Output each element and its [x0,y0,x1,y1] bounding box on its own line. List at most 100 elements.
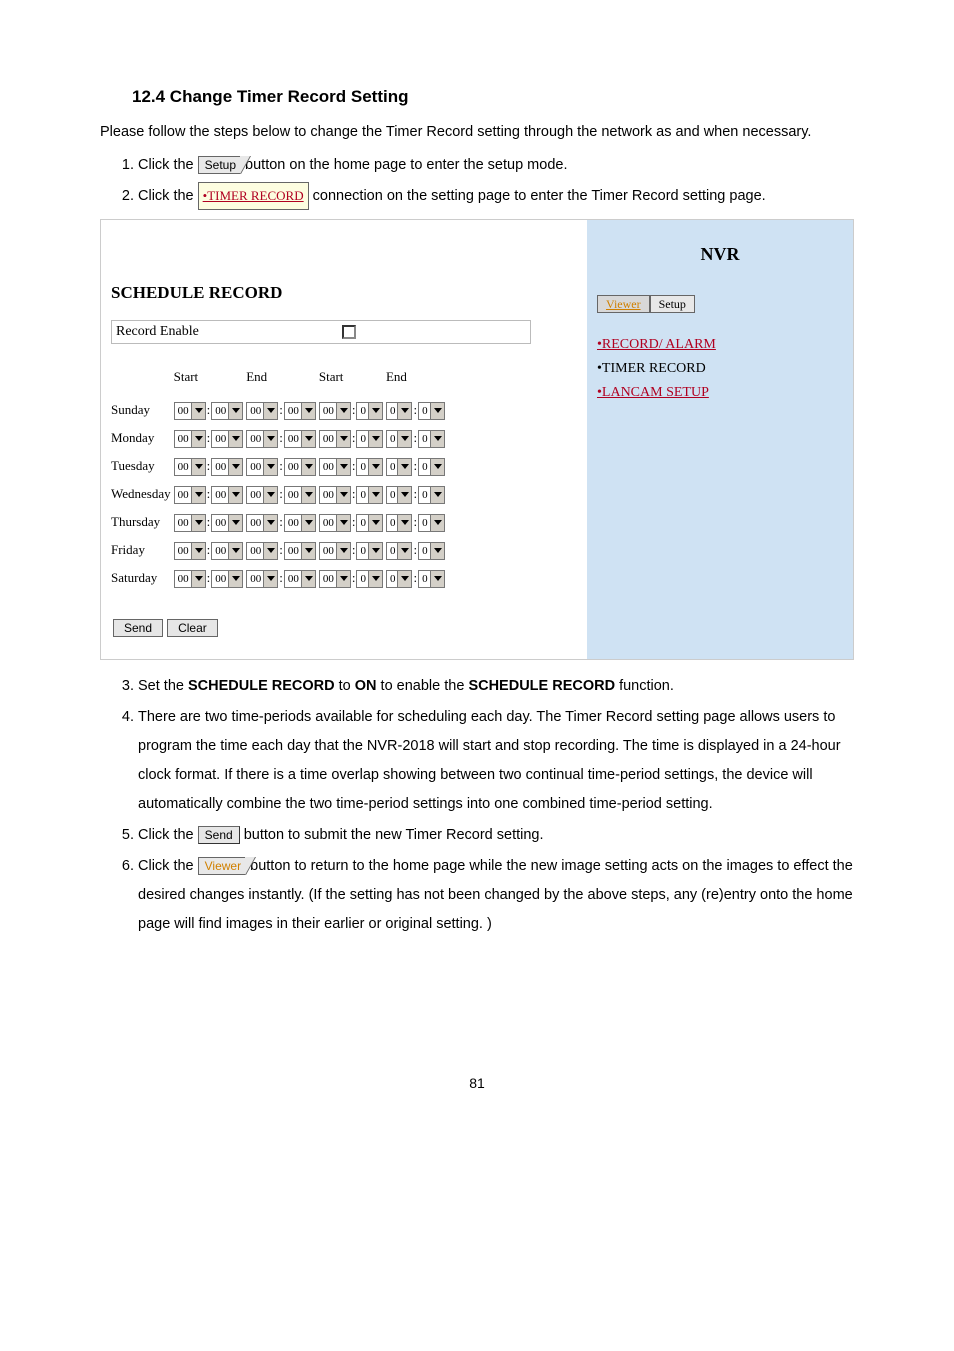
chevron-down-icon [301,487,315,503]
step-3: Set the SCHEDULE RECORD to ON to enable … [138,672,854,701]
time-select[interactable]: 0 [386,402,413,420]
time-select[interactable]: 00 [246,430,278,448]
link-lancam-setup[interactable]: •LANCAM SETUP [597,381,843,405]
time-select[interactable]: 00 [211,486,243,504]
time-select[interactable]: 00 [319,402,351,420]
time-select[interactable]: 00 [246,542,278,560]
time-select[interactable]: 0 [356,402,383,420]
time-select[interactable]: 00 [211,514,243,532]
time-select[interactable]: 00 [246,514,278,532]
chevron-down-icon [368,431,382,447]
day-label: Tuesday [111,452,174,480]
time-select[interactable]: 0 [386,542,413,560]
time-select[interactable]: 00 [319,458,351,476]
time-select[interactable]: 0 [418,486,445,504]
chevron-down-icon [397,571,411,587]
time-select[interactable]: 00 [246,402,278,420]
time-select[interactable]: 00 [284,458,316,476]
chevron-down-icon [430,543,444,559]
time-select[interactable]: 00 [284,514,316,532]
time-select[interactable]: 0 [356,514,383,532]
time-select[interactable]: 00 [284,430,316,448]
time-select[interactable]: 00 [284,486,316,504]
time-select[interactable]: 00 [246,486,278,504]
time-select[interactable]: 00 [319,486,351,504]
time-select[interactable]: 0 [386,458,413,476]
step5-a: Click the [138,827,198,843]
time-select[interactable]: 00 [319,430,351,448]
time-select[interactable]: 0 [418,402,445,420]
time-select[interactable]: 0 [356,486,383,504]
schedule-record-title: SCHEDULE RECORD [111,276,581,310]
tab-setup[interactable]: Setup [650,295,695,313]
time-select[interactable]: 0 [386,570,413,588]
time-select[interactable]: 00 [174,430,206,448]
chevron-down-icon [228,403,242,419]
col-start-2: Start [319,364,386,396]
time-select[interactable]: 00 [174,514,206,532]
time-select[interactable]: 0 [386,514,413,532]
time-select[interactable]: 0 [418,458,445,476]
chevron-down-icon [397,459,411,475]
chevron-down-icon [191,403,205,419]
table-row: Monday00:0000:0000:00:0 [111,424,448,452]
clear-button[interactable]: Clear [167,619,218,637]
time-select[interactable]: 0 [418,542,445,560]
chevron-down-icon [263,515,277,531]
time-select[interactable]: 0 [356,458,383,476]
time-select[interactable]: 00 [284,570,316,588]
chevron-down-icon [191,571,205,587]
step3-c: to [335,678,355,694]
step3-d: ON [355,678,377,694]
time-select[interactable]: 00 [211,542,243,560]
time-select[interactable]: 0 [386,486,413,504]
time-select[interactable]: 0 [386,430,413,448]
time-select[interactable]: 0 [418,514,445,532]
chevron-down-icon [430,403,444,419]
time-select[interactable]: 00 [319,514,351,532]
time-select[interactable]: 00 [211,570,243,588]
time-select[interactable]: 00 [211,458,243,476]
time-select[interactable]: 00 [284,542,316,560]
time-select[interactable]: 0 [356,430,383,448]
step-5: Click the Send button to submit the new … [138,821,854,850]
tab-strip: ViewerSetup [597,290,843,319]
record-enable-checkbox[interactable] [342,325,356,339]
tab-viewer[interactable]: Viewer [597,295,650,313]
intro-paragraph: Please follow the steps below to change … [100,118,854,147]
chevron-down-icon [191,515,205,531]
schedule-table: Start End Start End Sunday00:0000:0000:0… [111,364,448,592]
time-select[interactable]: 0 [418,430,445,448]
time-select[interactable]: 00 [246,458,278,476]
chevron-down-icon [228,515,242,531]
step-4: There are two time-periods available for… [138,703,854,819]
chevron-down-icon [191,431,205,447]
chevron-down-icon [368,515,382,531]
time-select[interactable]: 0 [418,570,445,588]
time-select[interactable]: 00 [319,542,351,560]
step-1: Click the Setup button on the home page … [138,151,854,180]
time-select[interactable]: 00 [174,542,206,560]
table-row: Sunday00:0000:0000:00:0 [111,396,448,424]
time-select[interactable]: 00 [211,430,243,448]
day-label: Thursday [111,508,174,536]
time-select[interactable]: 00 [211,402,243,420]
chevron-down-icon [336,571,350,587]
time-select[interactable]: 00 [246,570,278,588]
time-select[interactable]: 00 [284,402,316,420]
time-select[interactable]: 00 [319,570,351,588]
time-select[interactable]: 0 [356,542,383,560]
chevron-down-icon [397,431,411,447]
time-select[interactable]: 00 [174,570,206,588]
chevron-down-icon [430,431,444,447]
time-select[interactable]: 00 [174,486,206,504]
link-record-alarm[interactable]: •RECORD/ ALARM [597,333,843,357]
send-button[interactable]: Send [113,619,163,637]
chevron-down-icon [336,459,350,475]
time-select[interactable]: 00 [174,402,206,420]
day-label: Monday [111,424,174,452]
day-label: Wednesday [111,480,174,508]
nvr-title: NVR [597,236,843,272]
time-select[interactable]: 00 [174,458,206,476]
time-select[interactable]: 0 [356,570,383,588]
